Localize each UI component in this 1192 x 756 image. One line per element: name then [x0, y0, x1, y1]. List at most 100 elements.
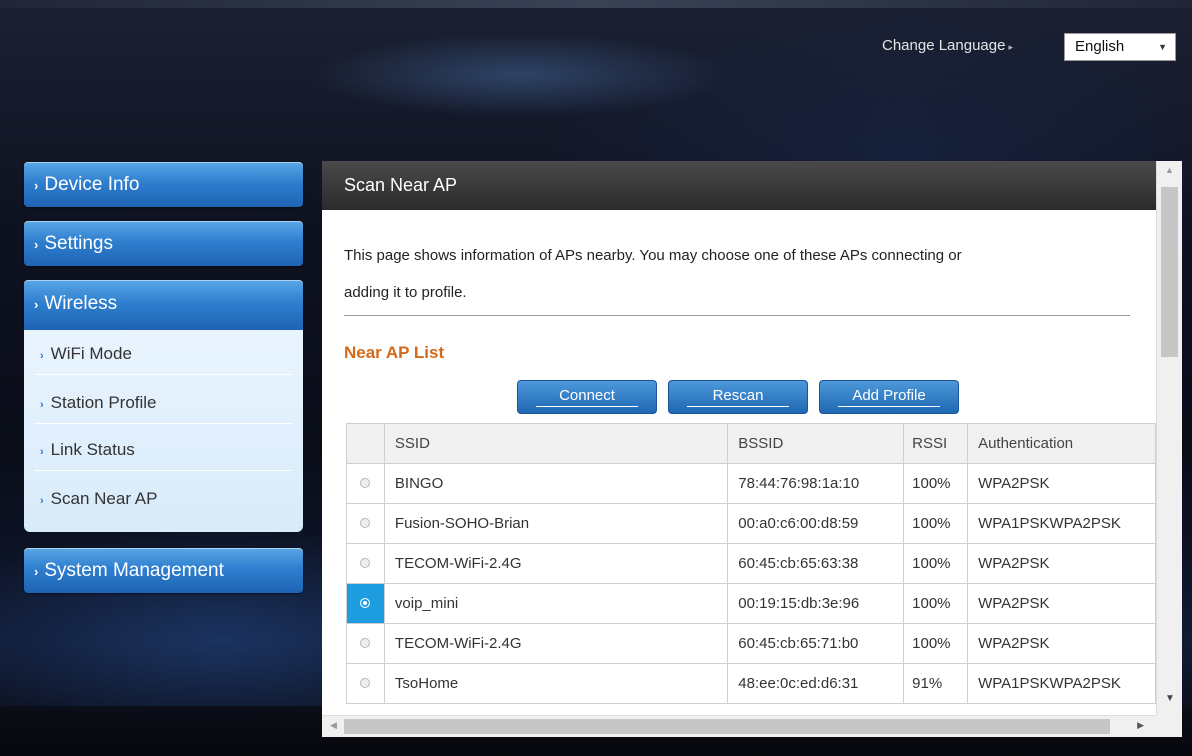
submenu-item-label: WiFi Mode: [50, 344, 132, 363]
description-line: adding it to profile.: [344, 284, 467, 301]
divider: [34, 470, 292, 471]
button-underline: [536, 406, 638, 407]
row-radio-cell[interactable]: [346, 543, 385, 584]
page-title: Scan Near AP: [322, 161, 1156, 210]
chevron-right-icon: ›: [40, 399, 44, 411]
column-header-authentication[interactable]: Authentication: [967, 423, 1156, 464]
bssid-cell: 60:45:cb:65:63:38: [727, 543, 905, 584]
chevron-right-icon: ›: [40, 495, 44, 507]
page-description: This page shows information of APs nearb…: [344, 237, 1144, 311]
chevron-down-icon: ▼: [1158, 42, 1167, 52]
table-row[interactable]: BINGO 78:44:76:98:1a:10 100% WPA2PSK: [346, 463, 1156, 504]
add-profile-button-label: Add Profile: [852, 387, 926, 404]
ssid-cell: TECOM-WiFi-2.4G: [383, 623, 729, 664]
vertical-scroll-thumb[interactable]: [1161, 187, 1178, 357]
wireless-submenu: › WiFi Mode › Station Profile › Link Status…: [24, 330, 303, 532]
scroll-down-icon[interactable]: ▼: [1165, 693, 1175, 704]
scroll-right-icon[interactable]: ▶: [1137, 720, 1144, 731]
row-radio-cell[interactable]: [346, 623, 385, 664]
table-row[interactable]: TECOM-WiFi-2.4G 60:45:cb:65:63:38 100% W…: [346, 543, 1156, 584]
radio-button[interactable]: [360, 478, 371, 488]
table-header-row: SSID BSSID RSSI Authentication: [346, 423, 1156, 464]
button-underline: [838, 406, 940, 407]
submenu-item-station-profile[interactable]: › Station Profile: [40, 393, 290, 413]
submenu-item-scan-near-ap[interactable]: › Scan Near AP: [40, 489, 290, 509]
button-underline: [687, 406, 789, 407]
submenu-item-label: Link Status: [50, 440, 135, 459]
submenu-item-label: Scan Near AP: [50, 489, 158, 508]
row-radio-cell[interactable]: [346, 503, 385, 544]
chevron-right-icon: ›: [40, 446, 44, 458]
table-row[interactable]: Fusion-SOHO-Brian 00:a0:c6:00:d8:59 100%…: [346, 503, 1156, 544]
authentication-cell: WPA2PSK: [967, 543, 1156, 584]
rescan-button[interactable]: Rescan: [668, 380, 808, 414]
radio-button[interactable]: [360, 558, 371, 568]
column-header-ssid[interactable]: SSID: [383, 423, 729, 464]
top-border: [0, 0, 1192, 8]
scrollbar-corner: [1156, 715, 1182, 737]
horizontal-scroll-thumb[interactable]: [344, 719, 1110, 734]
column-header-bssid[interactable]: BSSID: [727, 423, 905, 464]
sidebar-item-label: Wireless: [44, 293, 118, 314]
content-panel: Scan Near AP This page shows information…: [322, 161, 1156, 715]
chevron-right-icon: ›: [34, 297, 39, 312]
sidebar-item-settings[interactable]: › Settings: [24, 221, 303, 266]
rssi-cell: 100%: [903, 543, 969, 584]
rssi-cell: 100%: [903, 463, 969, 504]
description-line: This page shows information of APs nearb…: [344, 247, 962, 264]
header-cell-select: [346, 423, 385, 464]
sidebar-item-wireless[interactable]: › Wireless: [24, 280, 303, 330]
authentication-cell: WPA2PSK: [967, 463, 1156, 504]
submenu-item-wifi-mode[interactable]: › WiFi Mode: [40, 344, 290, 364]
column-header-rssi[interactable]: RSSI: [903, 423, 969, 464]
authentication-cell: WPA1PSKWPA2PSK: [967, 663, 1156, 704]
divider: [34, 423, 292, 424]
ssid-cell: TECOM-WiFi-2.4G: [383, 543, 729, 584]
ssid-cell: Fusion-SOHO-Brian: [383, 503, 729, 544]
vertical-scrollbar[interactable]: ▲ ▼: [1156, 161, 1182, 715]
bssid-cell: 00:a0:c6:00:d8:59: [727, 503, 905, 544]
row-radio-cell[interactable]: [346, 583, 385, 624]
scroll-left-icon[interactable]: ◀: [330, 720, 337, 731]
rssi-cell: 100%: [903, 583, 969, 624]
change-language-label: Change Language ▸: [882, 37, 1013, 54]
ssid-cell: BINGO: [383, 463, 729, 504]
connect-button[interactable]: Connect: [517, 380, 657, 414]
row-radio-cell[interactable]: [346, 463, 385, 504]
table-row-selected[interactable]: voip_mini 00:19:15:db:3e:96 100% WPA2PSK: [346, 583, 1156, 624]
arrow-right-icon: ▸: [1008, 42, 1013, 52]
ssid-cell: TsoHome: [383, 663, 729, 704]
chevron-right-icon: ›: [34, 237, 39, 252]
submenu-item-label: Station Profile: [50, 393, 157, 412]
divider: [34, 374, 292, 375]
chevron-right-icon: ›: [34, 564, 39, 579]
scroll-up-icon[interactable]: ▲: [1165, 165, 1174, 175]
horizontal-scrollbar[interactable]: ◀ ▶: [322, 715, 1156, 737]
authentication-cell: WPA2PSK: [967, 623, 1156, 664]
radio-button[interactable]: [360, 518, 371, 528]
language-selected-value: English: [1075, 38, 1125, 55]
authentication-cell: WPA1PSKWPA2PSK: [967, 503, 1156, 544]
chevron-right-icon: ›: [34, 178, 39, 193]
rescan-button-label: Rescan: [712, 387, 764, 404]
sidebar-item-system-management[interactable]: › System Management: [24, 548, 303, 593]
connect-button-label: Connect: [559, 387, 615, 404]
table-row[interactable]: TsoHome 48:ee:0c:ed:d6:31 91% WPA1PSKWPA…: [346, 663, 1156, 704]
row-radio-cell[interactable]: [346, 663, 385, 704]
submenu-item-link-status[interactable]: › Link Status: [40, 440, 290, 460]
table-row[interactable]: TECOM-WiFi-2.4G 60:45:cb:65:71:b0 100% W…: [346, 623, 1156, 664]
sidebar-item-device-info[interactable]: › Device Info: [24, 162, 303, 207]
add-profile-button[interactable]: Add Profile: [819, 380, 959, 414]
bssid-cell: 78:44:76:98:1a:10: [727, 463, 905, 504]
language-select[interactable]: English ▼: [1064, 33, 1176, 61]
sidebar-item-label: Device Info: [44, 174, 140, 195]
sidebar-item-label: System Management: [44, 560, 224, 581]
rssi-cell: 100%: [903, 503, 969, 544]
radio-button[interactable]: [360, 638, 371, 648]
radio-button-selected[interactable]: [360, 598, 371, 608]
radio-button[interactable]: [360, 678, 371, 688]
bssid-cell: 48:ee:0c:ed:d6:31: [727, 663, 905, 704]
divider: [344, 315, 1130, 316]
near-ap-table: SSID BSSID RSSI Authentication BINGO 78:…: [346, 423, 1156, 704]
rssi-cell: 91%: [903, 663, 969, 704]
